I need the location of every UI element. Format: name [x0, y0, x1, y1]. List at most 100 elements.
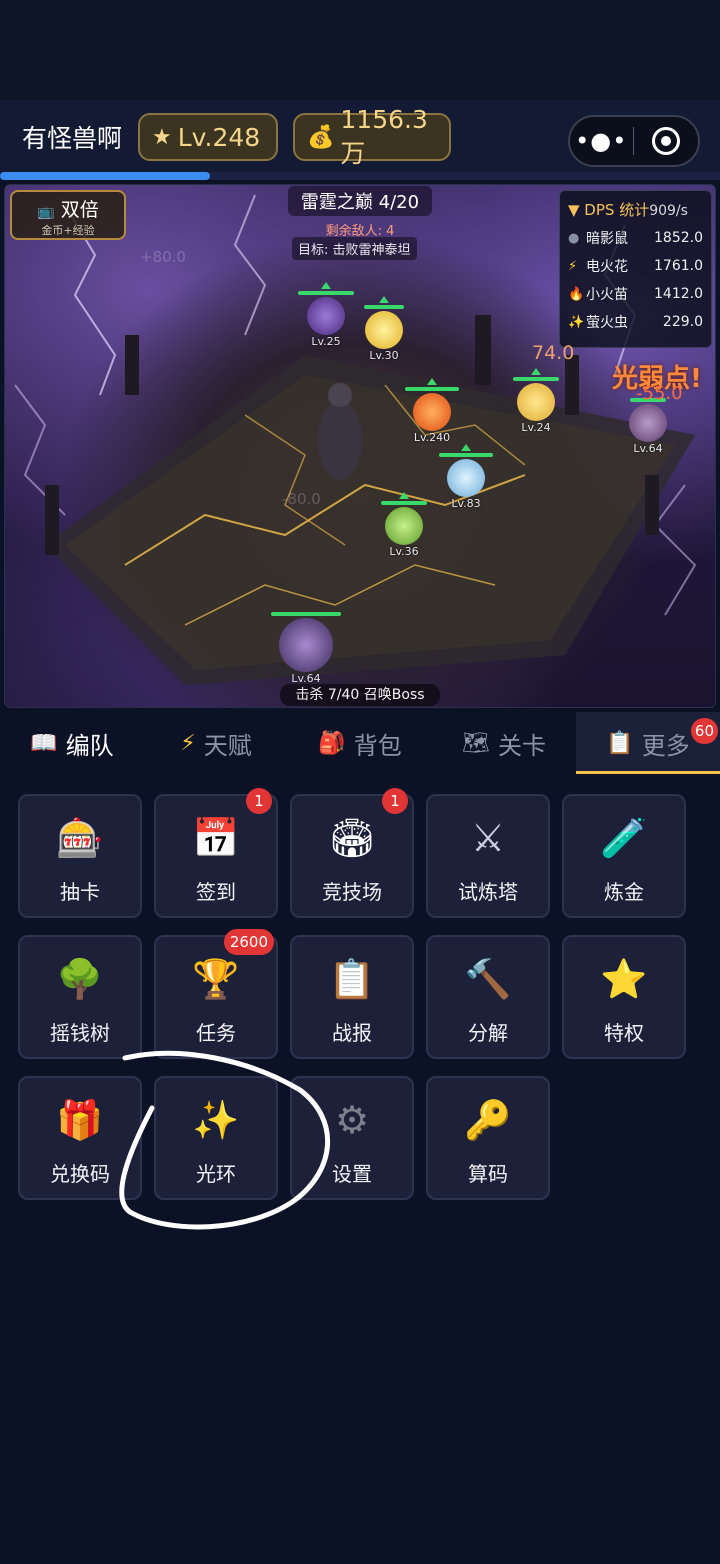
- key-icon: 🔑: [464, 1098, 512, 1142]
- monster-level: Lv.25: [311, 335, 341, 348]
- tab-backpack[interactable]: 🎒 背包: [288, 712, 432, 774]
- tab-more[interactable]: 📋 更多 60: [576, 712, 720, 774]
- menu-calc-code[interactable]: 🔑 算码: [426, 1076, 550, 1200]
- boss-progress: 击杀 7/40 召唤Boss: [280, 684, 440, 706]
- backpack-icon: 🎒: [318, 730, 346, 756]
- menu-privilege[interactable]: ⭐ 特权: [562, 935, 686, 1059]
- menu-label: 兑换码: [50, 1162, 110, 1186]
- calendar-icon: 📅: [192, 816, 240, 860]
- dps-title: ▼ DPS 统计: [568, 201, 650, 219]
- monster-level: Lv.64: [633, 442, 663, 455]
- double-subtitle: 金币+经验: [41, 224, 95, 237]
- monster-unit[interactable]: Lv.30: [354, 296, 414, 362]
- dps-panel[interactable]: ▼ DPS 统计909/s ● 暗影鼠 1852.0 ⚡ 电火花 1761.0 …: [559, 190, 712, 348]
- tab-stages[interactable]: 🗺 关卡: [432, 712, 576, 774]
- menu-alchemy[interactable]: 🧪 炼金: [562, 794, 686, 918]
- double-title: 双倍: [60, 199, 99, 221]
- menu-label: 炼金: [604, 880, 644, 904]
- tab-label: 背包: [353, 731, 402, 760]
- menu-dismantle[interactable]: 🔨 分解: [426, 935, 550, 1059]
- monster-unit[interactable]: Lv.36: [376, 492, 432, 558]
- menu-label: 抽卡: [60, 880, 100, 904]
- monster-sprite: [365, 311, 403, 349]
- book-icon: 📖: [30, 730, 58, 756]
- monster-unit[interactable]: Lv.25: [296, 282, 356, 348]
- stage-title: 雷霆之巅 4/20: [288, 186, 432, 216]
- dps-value: 1761.0: [654, 258, 703, 274]
- menu-arena[interactable]: 🏟 竞技场 1: [290, 788, 414, 918]
- menu-trial-tower[interactable]: ⚔ 试炼塔: [426, 794, 550, 918]
- clipboard-icon: 📋: [328, 957, 376, 1001]
- dps-row: ● 暗影鼠 1852.0: [560, 224, 711, 252]
- monster-unit[interactable]: Lv.240: [404, 378, 460, 444]
- slot-machine-icon: 🎰: [56, 816, 104, 860]
- double-reward-badge[interactable]: 📺 双倍 金币+经验: [10, 190, 126, 240]
- monster-level: Lv.30: [369, 349, 399, 362]
- progress-fill: [0, 172, 210, 180]
- lightning-icon: ⚡: [568, 258, 578, 274]
- gold-value: 1156.3万: [340, 104, 428, 168]
- trophy-icon: 🏆: [192, 957, 240, 1001]
- monster-unit[interactable]: Lv.24: [508, 368, 564, 434]
- dps-name: 小火苗: [586, 287, 628, 303]
- menu-quests[interactable]: 🏆 任务 2600: [154, 929, 278, 1059]
- gift-icon: 🎁: [56, 1098, 104, 1142]
- menu-label: 特权: [604, 1021, 644, 1045]
- dps-name: 电火花: [586, 259, 628, 275]
- target-icon[interactable]: [634, 127, 698, 155]
- level-pill[interactable]: ★ Lv.248: [138, 113, 278, 161]
- monster-sprite: [385, 507, 423, 545]
- monster-level: Lv.83: [451, 497, 481, 510]
- tab-formation[interactable]: 📖 编队: [0, 712, 144, 774]
- tab-label: 天赋: [203, 731, 252, 760]
- menu-gacha[interactable]: 🎰 抽卡: [18, 794, 142, 918]
- monster-sprite: [413, 393, 451, 431]
- menu-money-tree[interactable]: 🌳 摇钱树: [18, 935, 142, 1059]
- tab-label: 编队: [65, 731, 114, 760]
- dps-name: 萤火虫: [586, 315, 628, 331]
- dps-name: 暗影鼠: [586, 231, 628, 247]
- notification-badge: 60: [690, 718, 718, 744]
- shadow-rat-icon: ●: [568, 230, 580, 246]
- menu-settings[interactable]: ⚙ 设置: [290, 1076, 414, 1200]
- monster-level: Lv.36: [389, 545, 419, 558]
- gold-pill[interactable]: 💰 1156.3万: [293, 105, 451, 168]
- stadium-icon: 🏟: [327, 816, 377, 860]
- star-icon: ⭐: [600, 957, 648, 1001]
- monster-level: Lv.240: [413, 431, 451, 444]
- game-title: 有怪兽啊: [22, 124, 123, 153]
- menu-label: 战报: [332, 1021, 372, 1045]
- monster-sprite: [447, 459, 485, 497]
- ghost-damage-1: +80.0: [140, 248, 186, 266]
- notification-badge: 1: [246, 788, 272, 814]
- dps-row: ✨ 萤火虫 229.0: [560, 308, 711, 336]
- fire-icon: 🔥: [568, 286, 585, 302]
- menu-label: 算码: [468, 1162, 508, 1186]
- monster-unit[interactable]: Lv.64: [620, 398, 676, 455]
- gear-icon: ⚙: [334, 1098, 370, 1142]
- map-icon: 🗺: [462, 730, 490, 756]
- monster-unit[interactable]: Lv.64: [270, 612, 342, 685]
- monster-sprite: [517, 383, 555, 421]
- menu-checkin[interactable]: 📅 签到 1: [154, 788, 278, 918]
- monster-unit[interactable]: Lv.83: [438, 444, 494, 510]
- dps-rate: 909/s: [649, 203, 688, 219]
- more-dots-icon[interactable]: •●•: [570, 127, 633, 155]
- level-value: Lv.248: [177, 122, 261, 152]
- tab-talent[interactable]: ⚡ 天赋: [144, 712, 288, 774]
- dps-row: ⚡ 电火花 1761.0: [560, 252, 711, 280]
- monster-sprite: [629, 404, 667, 442]
- menu-label: 光环: [196, 1162, 236, 1186]
- menu-battle-report[interactable]: 📋 战报: [290, 935, 414, 1059]
- weak-point-damage: -55.0: [636, 383, 683, 404]
- menu-aura[interactable]: ✨ 光环: [154, 1076, 278, 1200]
- monster-sprite: [279, 618, 333, 672]
- damage-number: 74.0: [532, 342, 575, 364]
- menu-label: 签到: [196, 880, 236, 904]
- crossed-swords-icon: ⚔: [470, 816, 506, 860]
- menu-redeem-code[interactable]: 🎁 兑换码: [18, 1076, 142, 1200]
- monster-sprite: [307, 297, 345, 335]
- stage-info: 雷霆之巅 4/20 剩余敌人: 4: [288, 186, 432, 239]
- sparkle-icon: ✨: [568, 314, 585, 330]
- menu-label: 分解: [468, 1021, 508, 1045]
